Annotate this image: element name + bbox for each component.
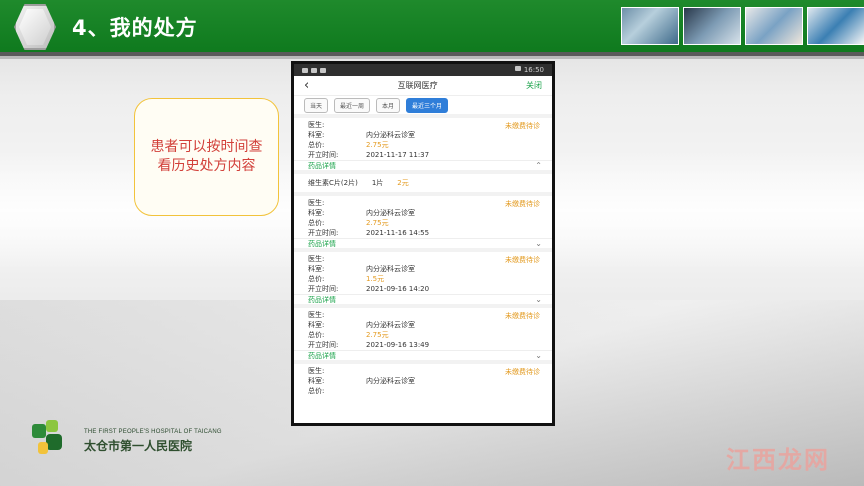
doctor-label: 医生: bbox=[308, 121, 325, 129]
filter-today[interactable]: 当天 bbox=[304, 97, 329, 113]
hospital-logo bbox=[32, 420, 62, 454]
time-label: 开立时间: bbox=[308, 341, 339, 349]
doctor-label: 医生: bbox=[308, 367, 325, 375]
time-value: 2021-09-16 14:20 bbox=[366, 285, 430, 293]
total-label: 总价: bbox=[308, 275, 325, 283]
total-value: 2.75元 bbox=[366, 219, 389, 227]
dept-value: 内分泌科云诊室 bbox=[366, 321, 415, 329]
drug-detail-toggle[interactable]: 药品详情 ⌄ bbox=[294, 238, 552, 252]
status-time: 16:50 bbox=[523, 66, 544, 74]
header-divider-light bbox=[0, 56, 864, 59]
dept-label: 科室: bbox=[308, 321, 325, 329]
status-badge: 未缴费待诊 bbox=[505, 368, 540, 376]
prescription-record[interactable]: 未缴费待诊 医生: 科室: 内分泌科云诊室 总价: 2.75元 开立时间: 2021-… bbox=[294, 196, 552, 238]
total-value: 2.75元 bbox=[366, 331, 389, 339]
status-icons-left bbox=[302, 67, 326, 73]
phone-frame: 16:50 ‹ 互联网医疗 关闭 当天 最近一周 本月 最近三个月 未缴费待诊 … bbox=[291, 61, 555, 426]
dept-value: 内分泌科云诊室 bbox=[366, 377, 415, 385]
logo-square-lime bbox=[46, 420, 58, 432]
logo-square-yellow bbox=[38, 442, 48, 454]
drug-detail-title: 药品详情 bbox=[308, 161, 336, 170]
wifi-icon bbox=[311, 67, 317, 73]
prescription-record[interactable]: 未缴费待诊 医生: 科室: 内分泌科云诊室 总价: bbox=[294, 364, 552, 396]
total-label: 总价: bbox=[308, 219, 325, 227]
dept-value: 内分泌科云诊室 bbox=[366, 209, 415, 217]
total-value: 1.5元 bbox=[366, 275, 385, 283]
dept-label: 科室: bbox=[308, 209, 325, 217]
chevron-down-icon: ⌄ bbox=[535, 239, 542, 248]
time-label: 开立时间: bbox=[308, 285, 339, 293]
notification-icon bbox=[320, 67, 326, 73]
status-icons-right: 16:50 bbox=[514, 66, 544, 74]
prescription-record[interactable]: 未缴费待诊 医生: 科室: 内分泌科云诊室 总价: 1.5元 开立时间: 2021-0… bbox=[294, 252, 552, 294]
status-badge: 未缴费待诊 bbox=[505, 200, 540, 208]
total-label: 总价: bbox=[308, 387, 325, 395]
logo-square-dark bbox=[46, 434, 62, 450]
filter-last-three-months[interactable]: 最近三个月 bbox=[406, 97, 449, 113]
chevron-left-icon[interactable]: ‹ bbox=[304, 78, 309, 93]
drug-detail-title: 药品详情 bbox=[308, 351, 336, 360]
watermark: 江西龙网 bbox=[726, 445, 830, 474]
app-title: 互联网医疗 bbox=[397, 81, 438, 90]
total-label: 总价: bbox=[308, 141, 325, 149]
drug-name: 维生素C片(2片) bbox=[308, 179, 358, 187]
time-label: 开立时间: bbox=[308, 151, 339, 159]
slide-title: 4、我的处方 bbox=[72, 16, 198, 40]
drug-detail-toggle[interactable]: 药品详情 ⌄ bbox=[294, 350, 552, 364]
header-photo-staff bbox=[745, 7, 803, 45]
time-label: 开立时间: bbox=[308, 229, 339, 237]
filter-last-week[interactable]: 最近一周 bbox=[334, 97, 371, 113]
logo-square-green bbox=[32, 424, 46, 438]
hospital-name-en: THE FIRST PEOPLE'S HOSPITAL OF TAICANG bbox=[84, 429, 222, 435]
total-value bbox=[366, 386, 542, 396]
drug-detail-title: 药品详情 bbox=[308, 239, 336, 248]
prescription-record[interactable]: 未缴费待诊 医生: 科室: 内分泌科云诊室 总价: 2.75元 开立时间: 2021-… bbox=[294, 118, 552, 160]
total-label: 总价: bbox=[308, 331, 325, 339]
time-value: 2021-11-17 11:37 bbox=[366, 151, 430, 159]
signal-icon bbox=[302, 67, 308, 73]
chevron-down-icon: ⌄ bbox=[535, 351, 542, 360]
dept-value: 内分泌科云诊室 bbox=[366, 265, 415, 273]
status-badge: 未缴费待诊 bbox=[505, 256, 540, 264]
header-photo-surgery bbox=[621, 7, 679, 45]
time-value: 2021-09-16 13:49 bbox=[366, 341, 430, 349]
dept-label: 科室: bbox=[308, 265, 325, 273]
drug-detail-toggle[interactable]: 药品详情 ⌃ bbox=[294, 160, 552, 174]
drug-qty: 1片 bbox=[371, 179, 384, 187]
header-photo-doctors bbox=[807, 7, 864, 45]
phone-screen: 16:50 ‹ 互联网医疗 关闭 当天 最近一周 本月 最近三个月 未缴费待诊 … bbox=[294, 64, 552, 423]
drug-detail-toggle[interactable]: 药品详情 ⌄ bbox=[294, 294, 552, 308]
status-bar: 16:50 bbox=[294, 64, 552, 76]
drug-item: 维生素C片(2片) 1片 2元 bbox=[294, 174, 552, 196]
date-filter-bar: 当天 最近一周 本月 最近三个月 bbox=[294, 96, 552, 118]
prescription-record[interactable]: 未缴费待诊 医生: 科室: 内分泌科云诊室 总价: 2.75元 开立时间: 2021-… bbox=[294, 308, 552, 350]
callout-box: 患者可以按时间查看历史处方内容 bbox=[134, 98, 279, 216]
doctor-label: 医生: bbox=[308, 255, 325, 263]
header-photo-monitor bbox=[683, 7, 741, 45]
battery-icon bbox=[514, 66, 521, 71]
hospital-name-cn: 太仓市第一人民医院 bbox=[84, 439, 193, 453]
chevron-up-icon: ⌃ bbox=[535, 161, 542, 170]
drug-detail-title: 药品详情 bbox=[308, 295, 336, 304]
close-button[interactable]: 关闭 bbox=[526, 80, 542, 91]
doctor-label: 医生: bbox=[308, 311, 325, 319]
filter-this-month[interactable]: 本月 bbox=[376, 97, 401, 113]
dept-label: 科室: bbox=[308, 131, 325, 139]
doctor-label: 医生: bbox=[308, 199, 325, 207]
total-value: 2.75元 bbox=[366, 141, 389, 149]
drug-price: 2元 bbox=[397, 179, 409, 187]
dept-label: 科室: bbox=[308, 377, 325, 385]
app-navbar: ‹ 互联网医疗 关闭 bbox=[294, 76, 552, 96]
status-badge: 未缴费待诊 bbox=[505, 122, 540, 130]
dept-value: 内分泌科云诊室 bbox=[366, 131, 415, 139]
time-value: 2021-11-16 14:55 bbox=[366, 229, 430, 237]
status-badge: 未缴费待诊 bbox=[505, 312, 540, 320]
callout-text: 患者可以按时间查看历史处方内容 bbox=[150, 139, 263, 174]
chevron-down-icon: ⌄ bbox=[535, 295, 542, 304]
